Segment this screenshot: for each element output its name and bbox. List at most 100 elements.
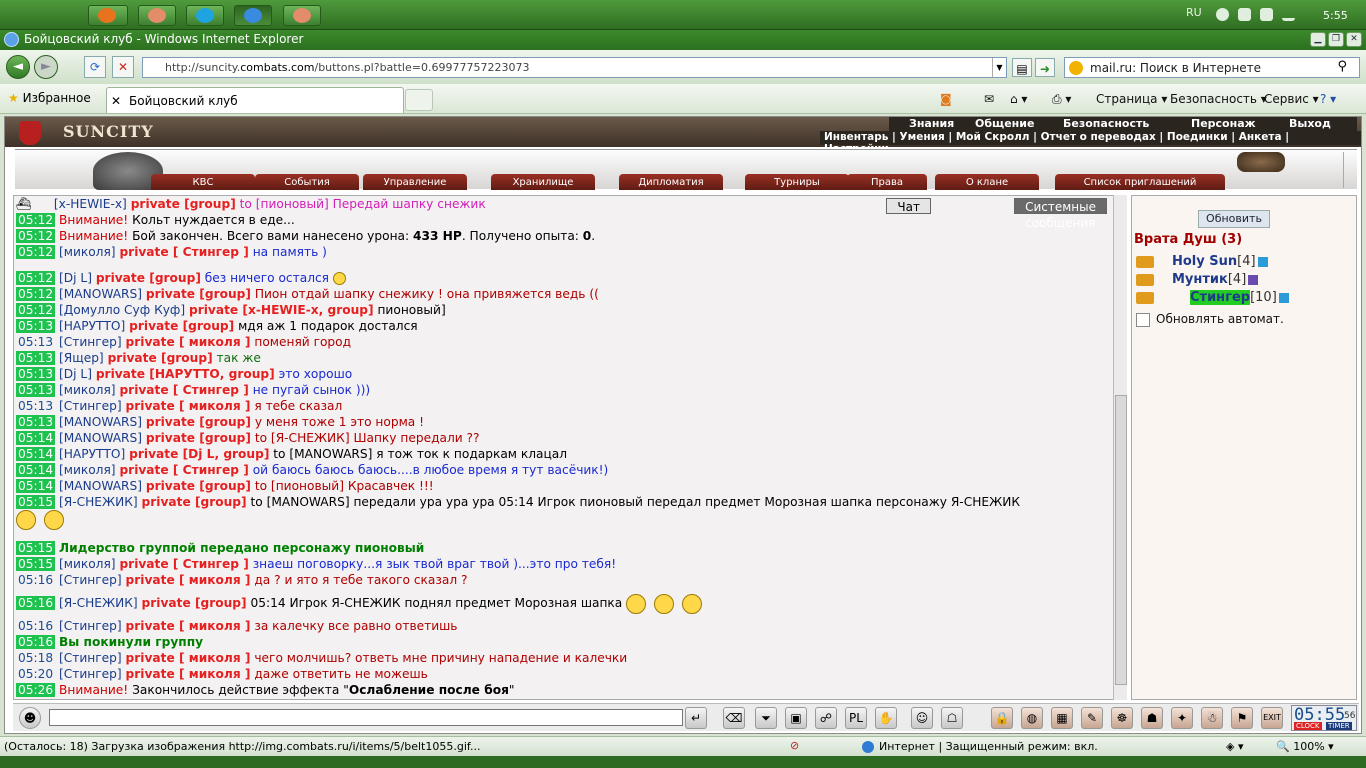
close-button[interactable]: ✕	[1346, 32, 1362, 47]
refresh-button[interactable]: ⟳	[84, 56, 106, 78]
page-menu[interactable]: Страница ▾	[1096, 92, 1167, 106]
protected-mode-icon[interactable]: ◈ ▾	[1226, 740, 1243, 753]
smiles-button[interactable]: ☺	[911, 707, 933, 729]
favorites-button[interactable]: ★ Избранное	[8, 91, 91, 105]
back-button[interactable]: ◄	[6, 55, 30, 79]
service-menu[interactable]: Сервис ▾	[1264, 92, 1319, 106]
tab-fight-club[interactable]: ✕ Бойцовский клуб	[106, 87, 404, 113]
address-bar[interactable]: http://suncity.combats.com/buttons.pl?ba…	[142, 57, 1007, 78]
maximize-button[interactable]: ❐	[1328, 32, 1344, 47]
flag-icon[interactable]: ⚑	[1231, 707, 1253, 729]
taskbar-skype-button[interactable]	[186, 5, 224, 26]
chat-scrollbar[interactable]	[1113, 195, 1127, 700]
smile-icon	[682, 593, 703, 614]
speaker-icon[interactable]: ☻	[19, 707, 41, 729]
device-icon[interactable]	[1238, 8, 1251, 21]
scroll-icon[interactable]: ✎	[1081, 707, 1103, 729]
menu-exit[interactable]: Выход	[1285, 117, 1335, 130]
auto-refresh-checkbox[interactable]: Обновлять автомат.	[1136, 312, 1284, 327]
character-icon[interactable]: ☗	[1141, 707, 1163, 729]
safety-menu[interactable]: Безопасность ▾	[1170, 92, 1267, 106]
private-arrow-icon[interactable]	[1136, 291, 1154, 304]
skills-icon[interactable]: ✦	[1171, 707, 1193, 729]
sub-menu[interactable]: Инвентарь | Умения | Мой Скролл | Отчет …	[820, 131, 1361, 155]
send-icon[interactable]: ↵	[685, 707, 707, 729]
navtab-invitations[interactable]: Список приглашений	[1055, 174, 1225, 190]
menu-character[interactable]: Персонаж	[1187, 117, 1260, 130]
helmet-icon[interactable]: ☖	[941, 707, 963, 729]
stop-button[interactable]: ✕	[112, 56, 134, 78]
zoom-level[interactable]: 🔍 100% ▾	[1276, 740, 1334, 753]
private-arrow-icon[interactable]	[1136, 273, 1154, 286]
mail-icon[interactable]: ✉	[984, 92, 994, 106]
chest-icon[interactable]: ▦	[1051, 707, 1073, 729]
refresh-room-button[interactable]: Обновить	[1198, 210, 1270, 228]
hand-icon[interactable]: ✋	[875, 707, 897, 729]
user-row[interactable]: Стингер[10]	[1136, 290, 1289, 308]
group-icon[interactable]: ☸	[1111, 707, 1133, 729]
scroll-thumb[interactable]	[1115, 395, 1127, 685]
chat-input[interactable]	[49, 709, 683, 726]
menu-knowledge[interactable]: Знания	[905, 117, 958, 130]
navigation-bar: ◄ ► ⟳ ✕ http://suncity.combats.com/butto…	[0, 50, 1366, 84]
go-arrow-icon[interactable]: ➜	[1035, 58, 1055, 77]
tab-chat[interactable]: Чат	[886, 198, 931, 214]
search-box[interactable]: mail.ru: Поиск в Интернете ⚲	[1064, 57, 1360, 78]
info-icon[interactable]	[1248, 274, 1259, 285]
rss-icon[interactable]: ◙	[940, 92, 952, 106]
lock-icon[interactable]: 🔒	[991, 707, 1013, 729]
search-icon[interactable]: ⚲	[1337, 59, 1347, 74]
home-icon[interactable]: ⌂ ▾	[1010, 92, 1027, 106]
taskbar-ie-button[interactable]	[234, 5, 272, 26]
print-icon[interactable]: ⎙ ▾	[1052, 92, 1071, 107]
signal-icon[interactable]	[1282, 8, 1295, 21]
minimize-button[interactable]: ▁	[1310, 32, 1326, 47]
navtab-about-clan[interactable]: О клане	[935, 174, 1039, 190]
menu-security[interactable]: Безопасность	[1059, 117, 1153, 130]
language-indicator[interactable]: RU	[1186, 6, 1202, 19]
navtab-kvs[interactable]: КВС	[151, 174, 255, 190]
tab-system-messages[interactable]: Системные сообщения	[1014, 198, 1107, 230]
new-tab-button[interactable]	[405, 89, 433, 111]
exit-icon[interactable]: EXIT	[1261, 707, 1283, 729]
taskbar-app2-button[interactable]	[283, 5, 321, 26]
navtab-rights[interactable]: Права	[847, 174, 927, 190]
address-dropdown-icon[interactable]: ▼	[992, 58, 1006, 77]
user-row[interactable]: Holy Sun[4]	[1136, 254, 1268, 272]
filter-icon[interactable]: ⏷	[755, 707, 777, 729]
navtab-events[interactable]: События	[255, 174, 359, 190]
monitor-icon[interactable]: ▣	[785, 707, 807, 729]
run-icon[interactable]: ☍	[815, 707, 837, 729]
popup-blocked-icon[interactable]: ⊘	[790, 739, 799, 752]
user-row[interactable]: Мунтик[4]	[1136, 272, 1259, 290]
private-arrow-icon[interactable]	[1136, 255, 1154, 268]
chat-line: 05:12 [Домулло Суф Куф] private [x-HEWIE…	[16, 303, 446, 317]
friends-icon[interactable]: ☃	[1201, 707, 1223, 729]
chat-line: 05:16 Вы покинули группу	[16, 635, 204, 649]
taskbar-clock[interactable]: 5:55	[1323, 9, 1348, 22]
tab-title: Бойцовский клуб	[129, 94, 238, 108]
bag-icon[interactable]: ◍	[1021, 707, 1043, 729]
volume-icon[interactable]	[1260, 8, 1273, 21]
favorites-bar: ★ Избранное ✕ Бойцовский клуб ◙ ✉ ⌂ ▾ ⎙ …	[0, 84, 1366, 114]
help-menu[interactable]: ? ▾	[1320, 92, 1336, 106]
eraser-icon[interactable]: ⌫	[723, 707, 745, 729]
navtab-diplomacy[interactable]: Дипломатия	[619, 174, 723, 190]
compat-view-icon[interactable]: ▤	[1012, 58, 1032, 77]
info-icon[interactable]	[1278, 292, 1289, 303]
info-icon[interactable]	[1257, 256, 1268, 267]
taskbar-app-button[interactable]	[138, 5, 176, 26]
clock-label[interactable]: CLOCK	[1294, 722, 1322, 730]
navtab-management[interactable]: Управление	[363, 174, 467, 190]
navtab-storage[interactable]: Хранилище	[491, 174, 595, 190]
taskbar-firefox-button[interactable]	[88, 5, 128, 26]
media-icon[interactable]	[1216, 8, 1229, 21]
forward-button[interactable]: ►	[34, 55, 58, 79]
security-zone[interactable]: Интернет | Защищенный режим: вкл.	[862, 740, 1098, 753]
menu-social[interactable]: Общение	[971, 117, 1038, 130]
translit-icon[interactable]: PL	[845, 707, 867, 729]
timer-label[interactable]: TIMER	[1326, 722, 1352, 730]
strip-scrollbar[interactable]	[1343, 152, 1357, 188]
navtab-tournaments[interactable]: Турниры	[745, 174, 849, 190]
ie-icon	[4, 32, 19, 47]
